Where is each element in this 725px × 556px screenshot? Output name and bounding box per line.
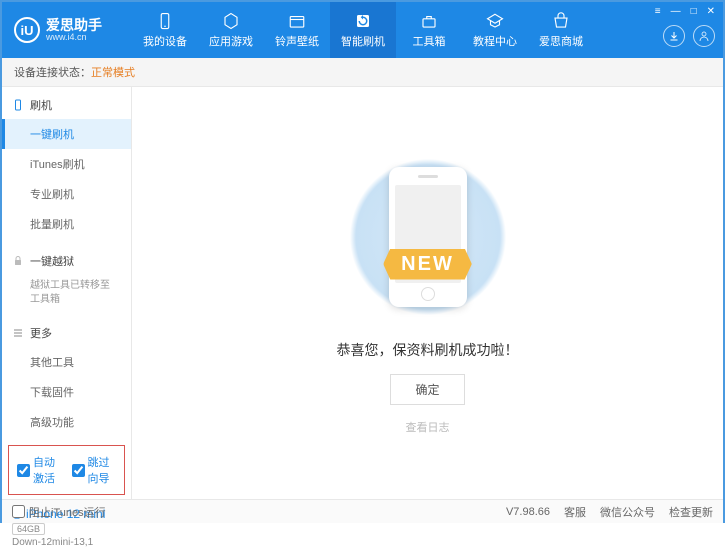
success-illustration: NEW <box>343 152 513 322</box>
download-button[interactable] <box>663 25 685 47</box>
device-storage: 64GB <box>12 523 45 535</box>
new-ribbon: NEW <box>383 249 472 280</box>
sidebar-header-label: 一键越狱 <box>30 253 74 269</box>
wechat-link[interactable]: 微信公众号 <box>600 504 655 520</box>
logo-area: iU 爱思助手 www.i4.cn <box>2 17 132 43</box>
nav-label: 铃声壁纸 <box>275 33 319 49</box>
checkbox-highlight-box: 自动激活 跳过向导 <box>8 445 125 495</box>
checkbox-auto-activate[interactable]: 自动激活 <box>17 454 62 486</box>
customer-service-link[interactable]: 客服 <box>564 504 586 520</box>
phone-icon <box>12 99 24 111</box>
status-bar: 设备连接状态：正常模式 <box>2 58 723 87</box>
view-log-link[interactable]: 查看日志 <box>406 419 450 435</box>
toolbox-icon <box>419 12 439 30</box>
checkbox-block-itunes[interactable]: 阻止iTunes运行 <box>12 504 106 520</box>
sidebar-section-jailbreak[interactable]: 一键越狱 <box>2 247 131 275</box>
nav-ringtones[interactable]: 铃声壁纸 <box>264 2 330 58</box>
phone-graphic <box>389 167 467 307</box>
device-model: Down-12mini-13,1 <box>12 537 121 548</box>
sidebar-jailbreak-note: 越狱工具已转移至 工具箱 <box>2 275 131 311</box>
store-icon <box>551 12 571 30</box>
folder-icon <box>287 12 307 30</box>
nav-toolbox[interactable]: 工具箱 <box>396 2 462 58</box>
nav-label: 我的设备 <box>143 33 187 49</box>
nav-label: 爱思商城 <box>539 33 583 49</box>
main-nav: 我的设备 应用游戏 铃声壁纸 智能刷机 工具箱 教程中心 爱思商城 <box>132 2 594 58</box>
menu-icon[interactable]: ≡ <box>653 6 663 17</box>
confirm-button[interactable]: 确定 <box>390 374 464 405</box>
nav-apps[interactable]: 应用游戏 <box>198 2 264 58</box>
refresh-icon <box>353 12 373 30</box>
sidebar-header-label: 刷机 <box>30 97 52 113</box>
nav-my-device[interactable]: 我的设备 <box>132 2 198 58</box>
sidebar: 刷机 一键刷机 iTunes刷机 专业刷机 批量刷机 一键越狱 越狱工具已转移至… <box>2 87 132 499</box>
app-title: 爱思助手 <box>46 18 102 32</box>
sidebar-item-other-tools[interactable]: 其他工具 <box>2 347 131 377</box>
success-message: 恭喜您，保资料刷机成功啦！ <box>337 340 519 360</box>
checkbox-label: 跳过向导 <box>88 454 117 486</box>
app-logo-icon: iU <box>14 17 40 43</box>
sidebar-item-pro-flash[interactable]: 专业刷机 <box>2 179 131 209</box>
sidebar-item-download-firmware[interactable]: 下载固件 <box>2 377 131 407</box>
sidebar-item-batch-flash[interactable]: 批量刷机 <box>2 209 131 239</box>
nav-store[interactable]: 爱思商城 <box>528 2 594 58</box>
sidebar-item-advanced[interactable]: 高级功能 <box>2 407 131 437</box>
nav-label: 智能刷机 <box>341 33 385 49</box>
apps-icon <box>221 12 241 30</box>
sidebar-item-oneclick-flash[interactable]: 一键刷机 <box>2 119 131 149</box>
sidebar-section-more[interactable]: 更多 <box>2 319 131 347</box>
nav-label: 应用游戏 <box>209 33 253 49</box>
checkbox-skip-guide[interactable]: 跳过向导 <box>72 454 117 486</box>
nav-flash[interactable]: 智能刷机 <box>330 2 396 58</box>
graduation-icon <box>485 12 505 30</box>
phone-icon <box>155 12 175 30</box>
main-content: NEW 恭喜您，保资料刷机成功啦！ 确定 查看日志 <box>132 87 723 499</box>
app-subtitle: www.i4.cn <box>46 32 102 42</box>
lock-icon <box>12 255 24 267</box>
list-icon <box>12 327 24 339</box>
sidebar-section-flash[interactable]: 刷机 <box>2 91 131 119</box>
nav-label: 工具箱 <box>413 33 446 49</box>
nav-tutorials[interactable]: 教程中心 <box>462 2 528 58</box>
status-label: 设备连接状态： <box>14 67 91 79</box>
version-text: V7.98.66 <box>506 506 550 518</box>
sidebar-header-label: 更多 <box>30 325 52 341</box>
status-value: 正常模式 <box>91 67 135 79</box>
nav-label: 教程中心 <box>473 33 517 49</box>
app-header: iU 爱思助手 www.i4.cn 我的设备 应用游戏 铃声壁纸 智能刷机 工具… <box>2 2 723 58</box>
user-button[interactable] <box>693 25 715 47</box>
check-update-link[interactable]: 检查更新 <box>669 504 713 520</box>
checkbox-label: 自动激活 <box>33 454 62 486</box>
sidebar-item-itunes-flash[interactable]: iTunes刷机 <box>2 149 131 179</box>
checkbox-label: 阻止iTunes运行 <box>29 504 106 520</box>
